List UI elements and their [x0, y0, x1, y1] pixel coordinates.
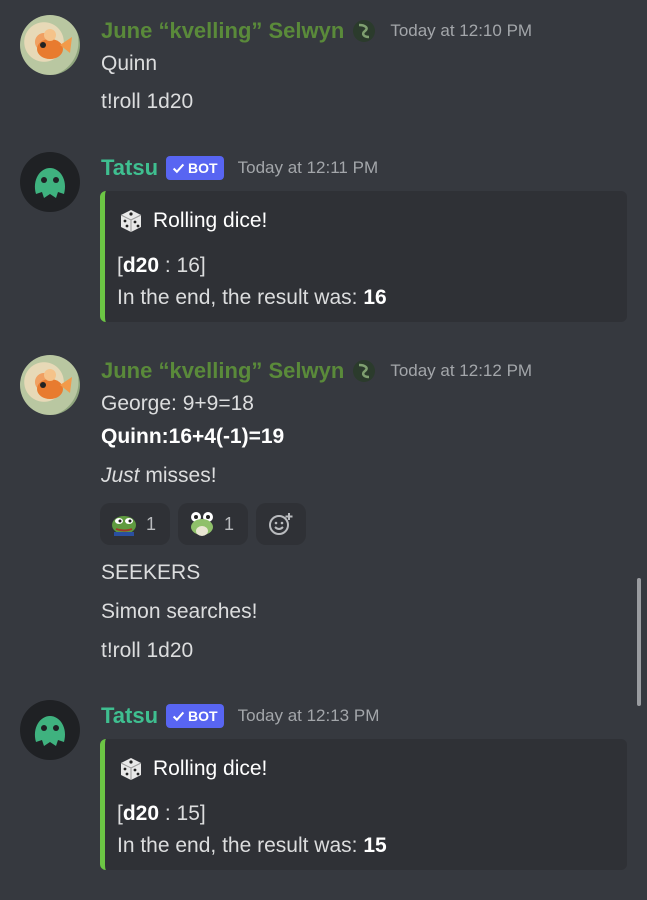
timestamp: Today at 12:10 PM: [390, 21, 533, 40]
goldfish-avatar-icon: [37, 29, 72, 59]
add-reaction-icon: [269, 513, 293, 535]
embed-result-line: In the end, the result was: 16: [117, 286, 387, 310]
message-text: Simon searches!: [101, 600, 258, 623]
tatsu-logo-icon: [34, 168, 66, 198]
dice-icon: [120, 210, 142, 232]
author-name[interactable]: June “kvelling” Selwyn: [101, 358, 344, 384]
june-avatar[interactable]: [20, 15, 80, 75]
message-text: Just misses!: [101, 464, 217, 488]
message-text: SEEKERS: [101, 561, 201, 584]
result-prefix: In the end, the result was:: [117, 834, 364, 857]
embed-title-text: Rolling dice!: [153, 757, 268, 780]
roll-value: : 16]: [159, 254, 206, 277]
timestamp: Today at 12:12 PM: [390, 361, 533, 380]
embed-roll-line: [d20 : 16]: [117, 254, 206, 278]
embed-result-line: In the end, the result was: 15: [117, 834, 387, 858]
message-text: Quinn: [101, 52, 158, 75]
tatsu-logo-icon: [34, 716, 66, 746]
result-value: 15: [363, 834, 387, 857]
goldfish-avatar-icon: [37, 369, 72, 399]
scrollbar[interactable]: [637, 578, 641, 706]
result-value: 16: [363, 286, 387, 309]
reaction-frog[interactable]: 1: [178, 503, 249, 545]
message-text: t!roll 1d20: [101, 639, 194, 662]
verified-check-icon: [172, 711, 185, 721]
message-text: t!roll 1d20: [101, 90, 194, 113]
dice-embed: Rolling dice! [d20 : 16] In the end, the…: [100, 191, 627, 322]
bot-tag: BOT: [166, 704, 224, 728]
embed-roll-line: [d20 : 15]: [117, 802, 206, 826]
author-name[interactable]: Tatsu: [101, 703, 158, 729]
bot-tag-label: BOT: [188, 708, 218, 724]
result-prefix: In the end, the result was:: [117, 286, 364, 309]
bot-tag-label: BOT: [188, 160, 218, 176]
role-icon: [353, 20, 376, 42]
emphasis-text: Just: [101, 464, 140, 487]
embed-title: Rolling dice!: [117, 755, 267, 783]
reaction-count: 1: [146, 513, 157, 534]
roll-die: d20: [122, 254, 160, 277]
pepe-emoji-icon: [112, 516, 136, 536]
plain-text: misses!: [139, 464, 217, 487]
dice-icon: [120, 758, 142, 780]
frog-emoji-icon: [191, 512, 214, 536]
dice-embed: Rolling dice! [d20 : 15] In the end, the…: [100, 739, 627, 870]
reaction-bar: 1 1: [100, 503, 307, 545]
reaction-pepe[interactable]: 1: [100, 503, 171, 545]
embed-title-text: Rolling dice!: [153, 209, 268, 232]
tatsu-avatar[interactable]: [20, 700, 80, 760]
timestamp: Today at 12:11 PM: [237, 158, 379, 177]
bot-tag: BOT: [166, 156, 224, 180]
reaction-count: 1: [224, 513, 235, 534]
embed-title: Rolling dice!: [117, 207, 267, 235]
message-text: George: 9+9=18: [101, 392, 254, 415]
timestamp: Today at 12:13 PM: [237, 706, 380, 725]
roll-die: d20: [122, 802, 160, 825]
add-reaction-button[interactable]: [256, 503, 307, 545]
author-name[interactable]: June “kvelling” Selwyn: [101, 18, 344, 44]
author-name[interactable]: Tatsu: [101, 155, 158, 181]
roll-value: : 15]: [159, 802, 206, 825]
tatsu-avatar[interactable]: [20, 152, 80, 212]
message-text-bold: Quinn:16+4(-1)=19: [101, 425, 285, 448]
role-icon: [353, 360, 376, 382]
verified-check-icon: [172, 163, 185, 173]
june-avatar[interactable]: [20, 355, 80, 415]
